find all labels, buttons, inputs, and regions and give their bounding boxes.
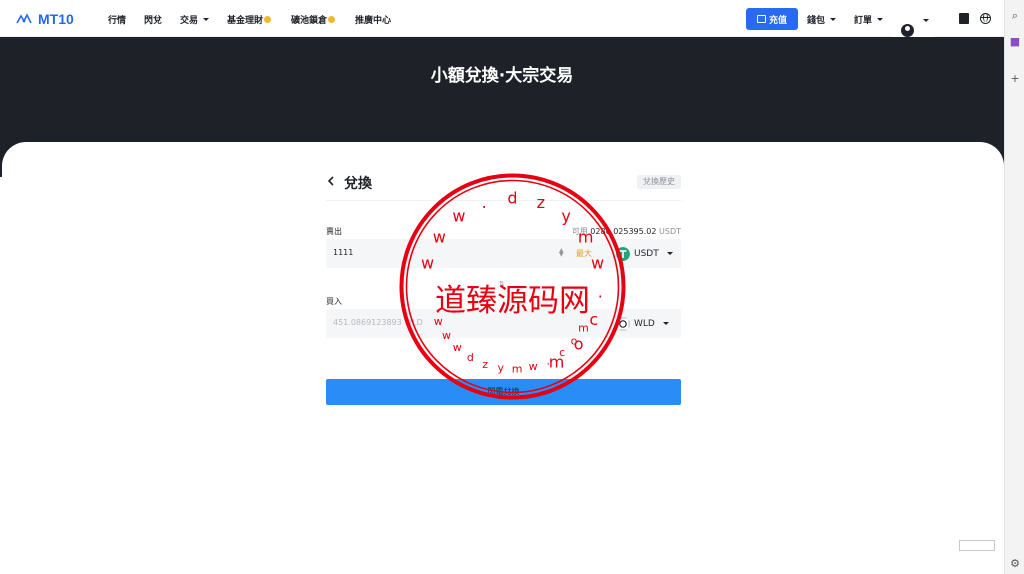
watermark-ring-letter: m [578, 228, 594, 247]
watermark-ring-letter: z [482, 358, 488, 371]
deposit-icon [756, 15, 766, 23]
chevron-down-icon [666, 252, 673, 255]
settings-icon[interactable]: ⚙ [1009, 558, 1021, 570]
watermark-ring-letter: . [598, 282, 603, 301]
watermark-ring-letter: y [498, 362, 505, 375]
add-icon[interactable]: + [1009, 73, 1021, 85]
buy-label: 買入 [326, 297, 342, 306]
nav-item-label: 交易 [180, 16, 199, 26]
available-unit: USDT [659, 227, 681, 236]
floating-image-placeholder[interactable] [959, 540, 995, 551]
chevron-down-icon [877, 18, 884, 21]
watermark-ring-letter: w [453, 341, 462, 354]
sell-amount-input[interactable]: 1111 [333, 248, 353, 257]
sell-coin-name: USDT [634, 248, 659, 259]
nav-item-wallet[interactable]: 錢包 [807, 13, 837, 26]
user-menu[interactable] [892, 10, 935, 38]
watermark-ring-letter: y [561, 207, 570, 226]
download-app-icon[interactable] [959, 13, 969, 24]
brand-name: MT10 [38, 11, 74, 27]
exchange-history-button[interactable]: 兌換歷史 [637, 175, 681, 189]
extension-icon[interactable]: ■ [1009, 36, 1021, 48]
user-avatar-icon [901, 24, 914, 37]
watermark-ring-letter: o [571, 335, 578, 348]
nav-item-label: 訂單 [854, 16, 873, 26]
chevron-down-icon [830, 18, 837, 21]
watermark-ring-letter: d [507, 189, 517, 208]
nav-item-referral[interactable]: 推廣中心 [355, 13, 391, 26]
watermark-ring-letter: c [589, 310, 598, 329]
brand[interactable]: MT10 [16, 11, 74, 27]
watermark-ring-letter: m [578, 322, 589, 335]
nav-item-label: 錢包 [807, 16, 826, 26]
watermark-ring-letter: d [467, 351, 474, 364]
nav-item-market[interactable]: 行情 [108, 13, 126, 26]
watermark-ring-letter: c [559, 346, 565, 359]
page-title: 小額兌換·大宗交易 [430, 66, 574, 86]
search-icon[interactable]: ⌕ [1009, 10, 1021, 22]
browser-side-rail: ⌕ ■ + ⚙ [1004, 0, 1024, 574]
app-window: MT10 行情 閃兌 交易 基金理財 礦池鎖倉 推廣中心 充值 錢包 訂單 小額… [0, 0, 1004, 574]
top-navbar: MT10 行情 閃兌 交易 基金理財 礦池鎖倉 推廣中心 充值 錢包 訂單 [0, 0, 1004, 38]
watermark-ring-letter: z [537, 193, 545, 212]
nav-item-label: 行情 [108, 16, 127, 26]
hand-emoji-icon [264, 16, 272, 23]
sell-label: 賣出 [326, 227, 342, 236]
chevron-down-icon [662, 322, 669, 325]
watermark-ring-letter: w [529, 360, 538, 373]
chevron-down-icon [923, 19, 929, 22]
nav-item-label: 基金理財 [227, 16, 264, 26]
watermark-stamp: www. d zymw.com 道臻源码网 wwwdz y m w .com [399, 173, 626, 400]
deposit-label: 充值 [768, 15, 787, 26]
nav-item-label: 閃兌 [144, 16, 163, 26]
nav-item-orders[interactable]: 訂單 [854, 13, 884, 26]
watermark-ring-letter: w [421, 254, 434, 273]
watermark-ring-letter: w [452, 207, 465, 226]
panel-title: 兌換 [344, 176, 372, 192]
nav-item-label: 推廣中心 [355, 16, 392, 26]
back-arrow-icon[interactable] [326, 175, 340, 189]
deposit-button[interactable]: 充值 [746, 8, 798, 30]
watermark-ring-letter: . [547, 354, 551, 367]
globe-icon[interactable] [980, 13, 991, 24]
watermark-ring-letter: w [434, 315, 443, 328]
watermark-ring-letter: w [442, 329, 451, 342]
nav-item-fund[interactable]: 基金理財 [227, 13, 272, 26]
watermark-ring-letter: w [433, 228, 446, 247]
hand-emoji-icon [328, 16, 336, 23]
watermark-text: 道臻源码网 [435, 283, 590, 319]
watermark-ring-bottom: wwwdz y m w .com [434, 315, 589, 375]
watermark-ring-letter: w [591, 254, 604, 273]
nav-item-flash-swap[interactable]: 閃兌 [144, 13, 162, 26]
nav-item-label: 礦池鎖倉 [291, 16, 328, 26]
brand-logo-icon [16, 13, 32, 24]
nav-item-mining-pool[interactable]: 礦池鎖倉 [291, 13, 336, 26]
chevron-down-icon [203, 18, 210, 21]
nav-item-trade[interactable]: 交易 [180, 13, 210, 26]
watermark-ring-letter: . [482, 193, 487, 212]
watermark-ring-letter: m [512, 362, 523, 375]
buy-coin-name: WLD [634, 318, 655, 329]
